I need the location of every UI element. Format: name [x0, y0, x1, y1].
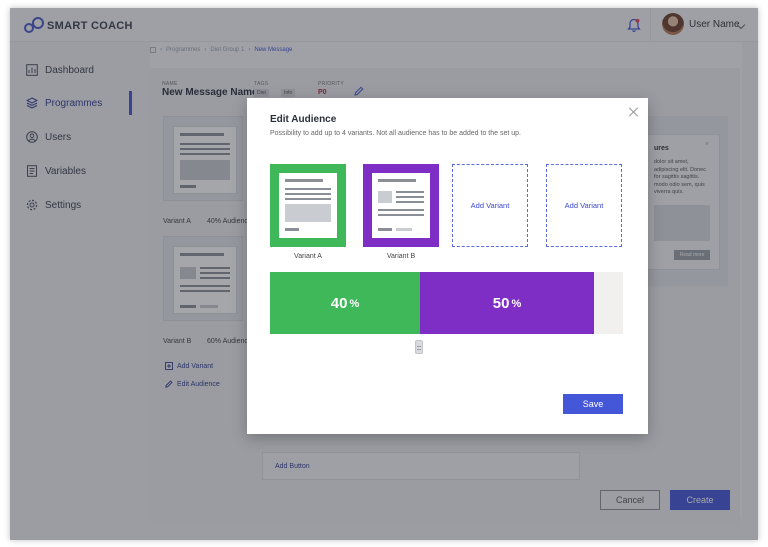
edit-audience-modal: Edit Audience Possibility to add up to 4…	[247, 98, 648, 434]
add-variant-label: Add Variant	[564, 201, 604, 210]
add-variant-label: Add Variant	[470, 201, 510, 210]
segment-percent: %	[511, 298, 522, 310]
close-icon[interactable]	[629, 107, 639, 117]
modal-subtitle: Possibility to add up to 4 variants. Not…	[270, 130, 521, 137]
add-variant-tile[interactable]: Add Variant	[546, 164, 622, 247]
segment-percent: %	[349, 298, 360, 310]
modal-title: Edit Audience	[270, 114, 337, 125]
variant-a-tile[interactable]	[270, 164, 346, 247]
variant-b-segment[interactable]: 50 %	[420, 272, 594, 334]
tile-label: Variant A	[294, 253, 322, 260]
tile-label: Variant B	[386, 253, 416, 260]
variant-b-tile[interactable]	[363, 164, 439, 247]
save-button[interactable]: Save	[563, 394, 623, 414]
audience-split-bar[interactable]: 40 % 50 %	[270, 272, 623, 334]
variant-thumbnail	[279, 173, 337, 238]
segment-value: 40	[330, 294, 348, 312]
segment-value: 50	[492, 294, 510, 312]
add-variant-tile[interactable]: Add Variant	[452, 164, 528, 247]
split-drag-handle[interactable]	[415, 340, 423, 354]
variant-a-segment[interactable]: 40 %	[270, 272, 420, 334]
variant-thumbnail	[372, 173, 430, 238]
